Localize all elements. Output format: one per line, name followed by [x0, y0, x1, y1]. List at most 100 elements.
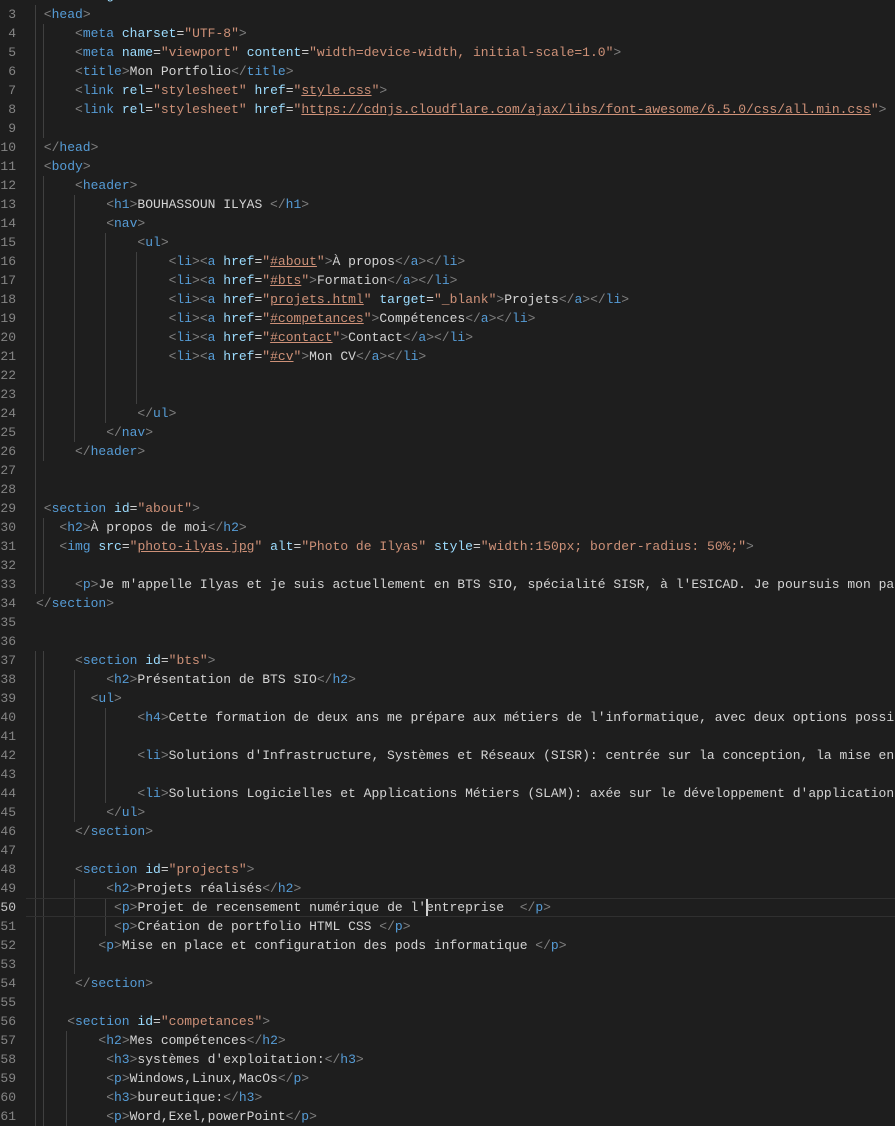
- line-number[interactable]: 44: [0, 784, 16, 803]
- code-line[interactable]: 44<li>Solutions Logicielles et Applicati…: [0, 784, 895, 803]
- line-number[interactable]: 26: [0, 442, 16, 461]
- code-line[interactable]: 48<section id="projects">: [0, 860, 895, 879]
- code-line[interactable]: 23: [0, 385, 895, 404]
- line-number[interactable]: 35: [0, 613, 16, 632]
- code-line[interactable]: 37<section id="bts">: [0, 651, 895, 670]
- code-line[interactable]: 45</ul>: [0, 803, 895, 822]
- code-line[interactable]: 54</section>: [0, 974, 895, 993]
- code-line[interactable]: 22: [0, 366, 895, 385]
- code-line[interactable]: 10</head>: [0, 138, 895, 157]
- line-number[interactable]: 37: [0, 651, 16, 670]
- code-line[interactable]: 55: [0, 993, 895, 1012]
- code-line[interactable]: 11<body>: [0, 157, 895, 176]
- line-number[interactable]: 41: [0, 727, 16, 746]
- code-line[interactable]: 26</header>: [0, 442, 895, 461]
- line-number[interactable]: 19: [0, 309, 16, 328]
- line-number[interactable]: 45: [0, 803, 16, 822]
- line-number[interactable]: 21: [0, 347, 16, 366]
- line-number[interactable]: 53: [0, 955, 16, 974]
- line-number[interactable]: 14: [0, 214, 16, 233]
- line-number[interactable]: 5: [0, 43, 16, 62]
- code-line[interactable]: 24</ul>: [0, 404, 895, 423]
- code-line[interactable]: 31<img src="photo-ilyas.jpg" alt="Photo …: [0, 537, 895, 556]
- line-number[interactable]: 27: [0, 461, 16, 480]
- line-number[interactable]: 54: [0, 974, 16, 993]
- code-line[interactable]: 34</section>: [0, 594, 895, 613]
- line-number[interactable]: 12: [0, 176, 16, 195]
- line-number[interactable]: 48: [0, 860, 16, 879]
- line-number[interactable]: 43: [0, 765, 16, 784]
- line-number[interactable]: 30: [0, 518, 16, 537]
- code-line[interactable]: 6<title>Mon Portfolio</title>: [0, 62, 895, 81]
- line-number[interactable]: 47: [0, 841, 16, 860]
- line-number[interactable]: 52: [0, 936, 16, 955]
- link-string[interactable]: #about: [270, 254, 317, 269]
- line-number[interactable]: 4: [0, 24, 16, 43]
- link-string[interactable]: #cv: [270, 349, 293, 364]
- line-number[interactable]: 7: [0, 81, 16, 100]
- code-line[interactable]: 60<h3>bureutique:</h3>: [0, 1088, 895, 1107]
- code-line[interactable]: 56<section id="competances">: [0, 1012, 895, 1031]
- code-line[interactable]: 15<ul>: [0, 233, 895, 252]
- link-string[interactable]: #contact: [270, 330, 332, 345]
- line-number[interactable]: 40: [0, 708, 16, 727]
- code-line[interactable]: 25</nav>: [0, 423, 895, 442]
- line-number[interactable]: 15: [0, 233, 16, 252]
- code-line[interactable]: 43: [0, 765, 895, 784]
- code-line[interactable]: 20<li><a href="#contact">Contact</a></li…: [0, 328, 895, 347]
- code-line[interactable]: 53: [0, 955, 895, 974]
- line-number[interactable]: 49: [0, 879, 16, 898]
- code-line[interactable]: 14<nav>: [0, 214, 895, 233]
- line-number[interactable]: 34: [0, 594, 16, 613]
- line-number[interactable]: 9: [0, 119, 16, 138]
- line-number[interactable]: 17: [0, 271, 16, 290]
- code-line[interactable]: 5<meta name="viewport" content="width=de…: [0, 43, 895, 62]
- line-number[interactable]: 18: [0, 290, 16, 309]
- line-number[interactable]: 57: [0, 1031, 16, 1050]
- line-number[interactable]: 29: [0, 499, 16, 518]
- line-number[interactable]: 58: [0, 1050, 16, 1069]
- line-number[interactable]: 6: [0, 62, 16, 81]
- code-line[interactable]: 35: [0, 613, 895, 632]
- code-line[interactable]: 12<header>: [0, 176, 895, 195]
- link-string[interactable]: #competances: [270, 311, 364, 326]
- code-line[interactable]: 36: [0, 632, 895, 651]
- code-line[interactable]: 4<meta charset="UTF-8">: [0, 24, 895, 43]
- code-line[interactable]: 7<link rel="stylesheet" href="style.css"…: [0, 81, 895, 100]
- code-line[interactable]: 19<li><a href="#competances">Compétences…: [0, 309, 895, 328]
- line-number[interactable]: 36: [0, 632, 16, 651]
- line-number[interactable]: 51: [0, 917, 16, 936]
- code-line[interactable]: 59<p>Windows,Linux,MacOs</p>: [0, 1069, 895, 1088]
- link-string[interactable]: style.css: [301, 83, 371, 98]
- line-number[interactable]: 16: [0, 252, 16, 271]
- code-line[interactable]: 50<p>Projet de recensement numérique de …: [0, 898, 895, 917]
- code-line[interactable]: 29<section id="about">: [0, 499, 895, 518]
- line-number[interactable]: 39: [0, 689, 16, 708]
- line-number[interactable]: 55: [0, 993, 16, 1012]
- line-number[interactable]: 60: [0, 1088, 16, 1107]
- code-line[interactable]: 52<p>Mise en place et configuration des …: [0, 936, 895, 955]
- code-line[interactable]: 39<ul>: [0, 689, 895, 708]
- code-line[interactable]: 58<h3>systèmes d'exploitation:</h3>: [0, 1050, 895, 1069]
- line-number[interactable]: 13: [0, 195, 16, 214]
- code-line[interactable]: 49<h2>Projets réalisés</h2>: [0, 879, 895, 898]
- code-line[interactable]: 47: [0, 841, 895, 860]
- line-number[interactable]: 20: [0, 328, 16, 347]
- code-line[interactable]: 41: [0, 727, 895, 746]
- line-number[interactable]: 3: [0, 5, 16, 24]
- code-line[interactable]: 9: [0, 119, 895, 138]
- code-line[interactable]: 32: [0, 556, 895, 575]
- line-number[interactable]: 38: [0, 670, 16, 689]
- line-number[interactable]: 56: [0, 1012, 16, 1031]
- link-string[interactable]: photo-ilyas.jpg: [137, 539, 254, 554]
- link-string[interactable]: https://cdnjs.cloudflare.com/ajax/libs/f…: [301, 102, 871, 117]
- link-string[interactable]: #bts: [270, 273, 301, 288]
- line-number[interactable]: 50: [0, 898, 16, 917]
- line-number[interactable]: 31: [0, 537, 16, 556]
- line-number[interactable]: 8: [0, 100, 16, 119]
- code-line[interactable]: 21<li><a href="#cv">Mon CV</a></li>: [0, 347, 895, 366]
- line-number[interactable]: 61: [0, 1107, 16, 1126]
- line-number[interactable]: 23: [0, 385, 16, 404]
- line-number[interactable]: 28: [0, 480, 16, 499]
- code-line[interactable]: 30<h2>À propos de moi</h2>: [0, 518, 895, 537]
